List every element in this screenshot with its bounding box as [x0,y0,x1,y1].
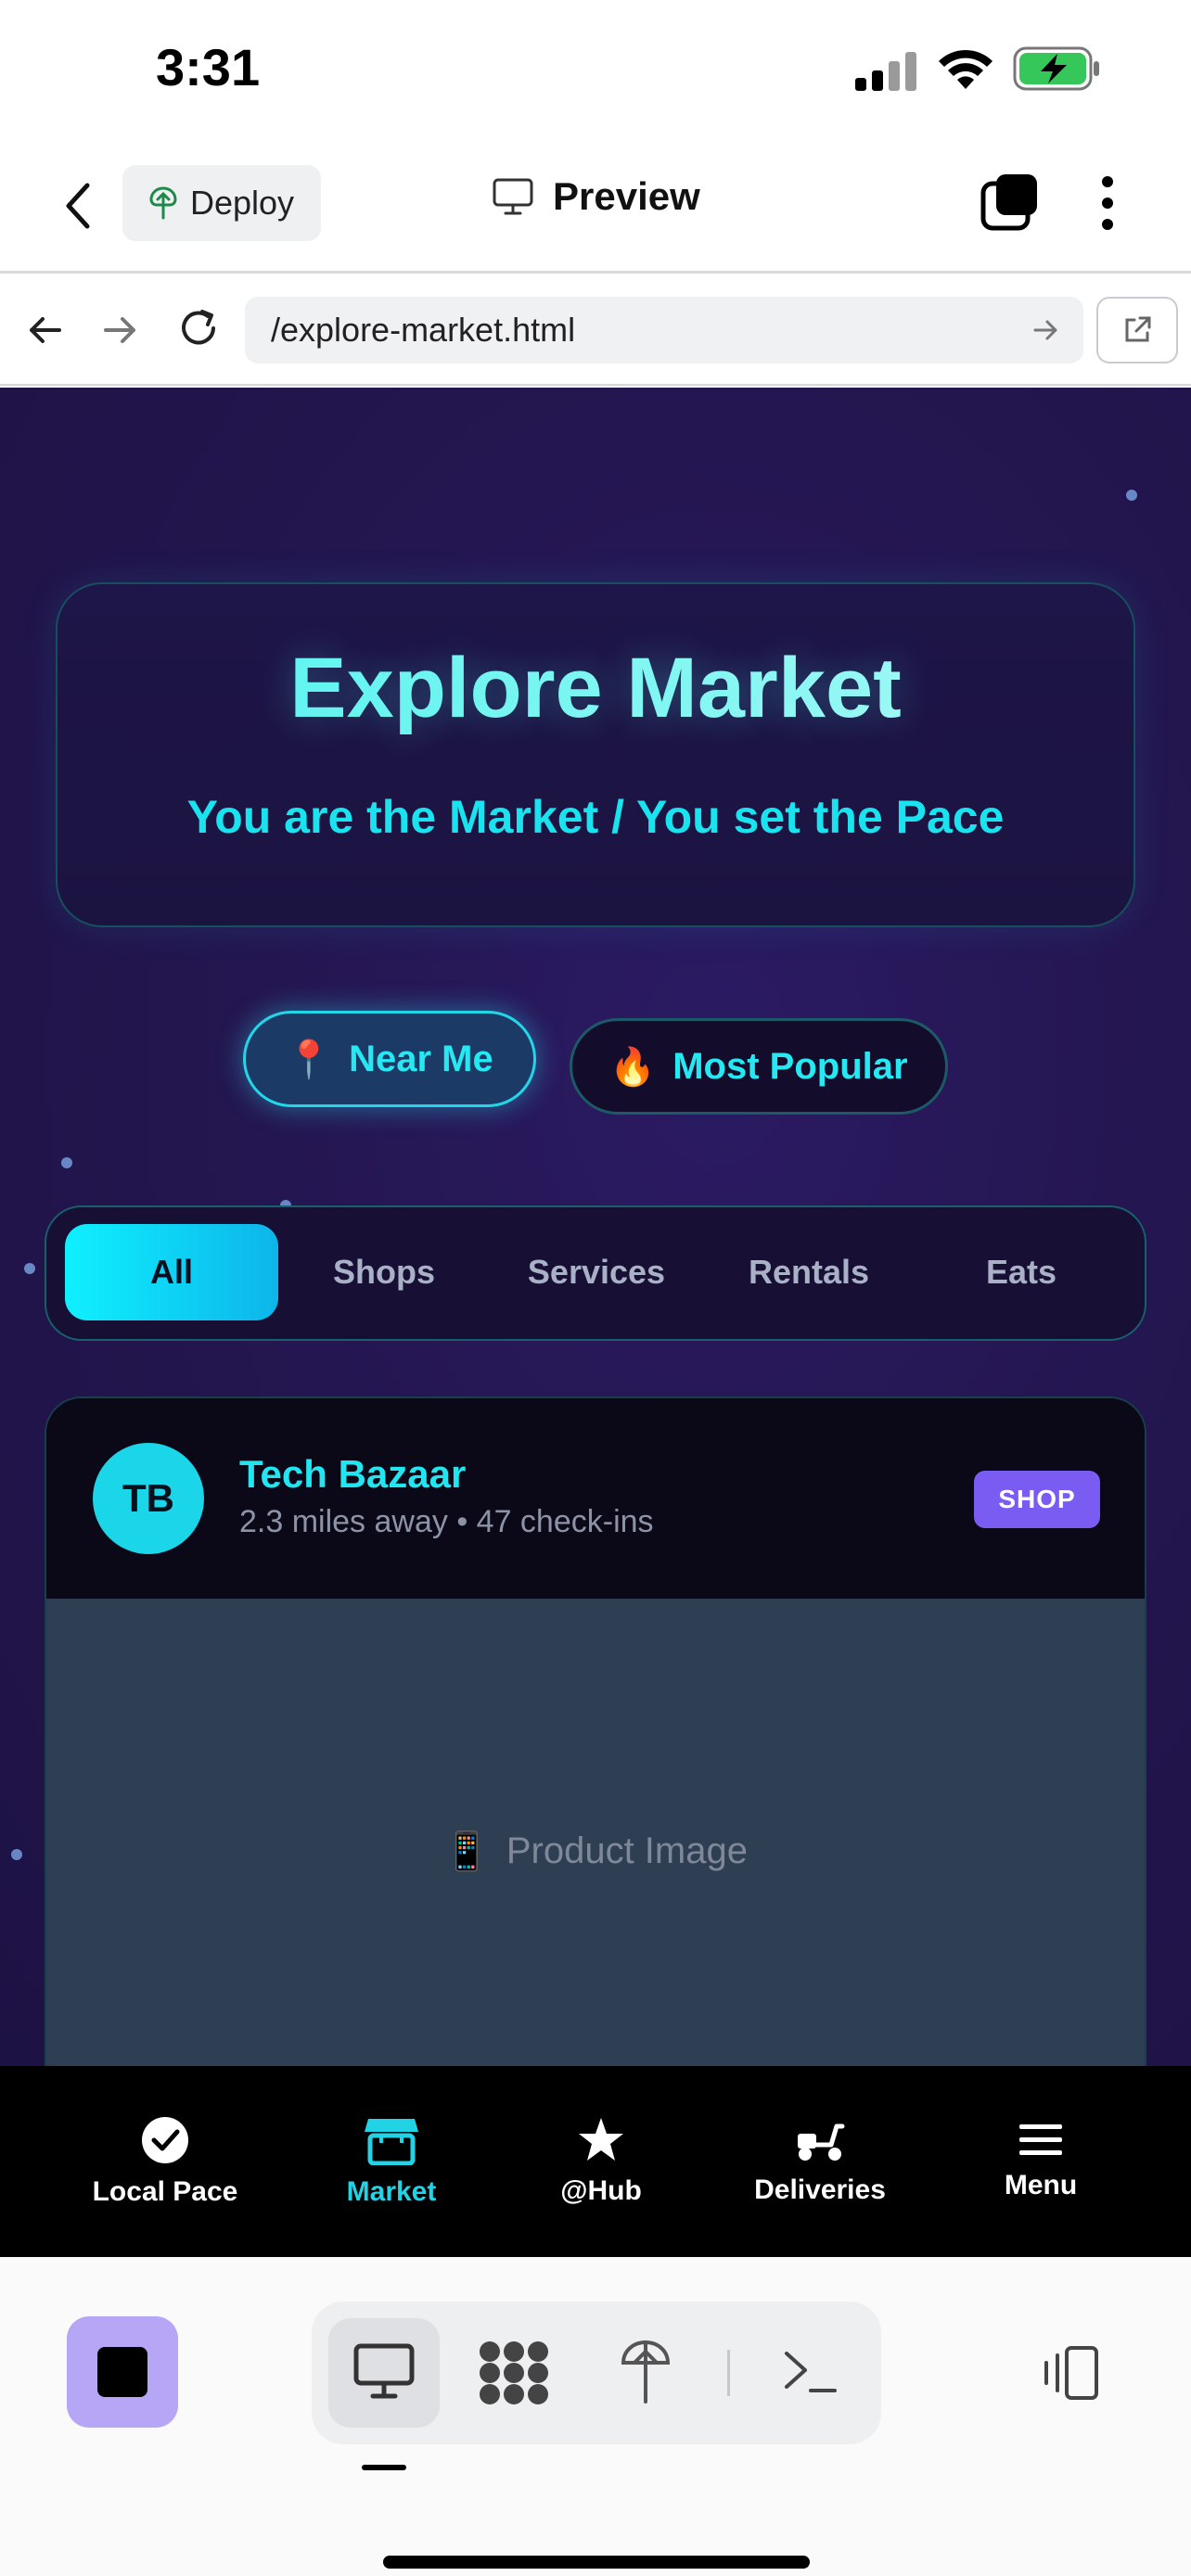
hero-banner: Explore Market You are the Market / You … [56,582,1135,927]
browser-bar: /explore-market.html [0,276,1191,386]
product-image-placeholder[interactable]: 📱 Product Image [46,1599,1145,2066]
nav-menu-label: Menu [1004,2170,1078,2200]
bottom-nav: Local Pace Market @Hub Deliveries Menu [0,2066,1191,2257]
nav-deliveries-label: Deliveries [754,2174,886,2205]
view-switcher [312,2302,881,2444]
avatar: TB [93,1443,204,1554]
selected-indicator [362,2465,406,2470]
tab-shops[interactable]: Shops [277,1224,491,1320]
url-input[interactable]: /explore-market.html [245,297,1083,363]
deploy-label: Deploy [189,184,295,222]
shop-name[interactable]: Tech Bazaar [239,1452,466,1497]
back-chevron-icon[interactable] [61,178,95,234]
desktop-view-icon[interactable] [352,2342,416,2402]
status-time: 3:31 [156,38,261,96]
fire-icon: 🔥 [609,1046,657,1088]
nav-hub[interactable]: @Hub [519,2066,683,2257]
shop-meta: 2.3 miles away • 47 check-ins [239,1504,654,1539]
grid-view-icon[interactable] [479,2340,549,2405]
reload-icon[interactable] [178,308,221,351]
external-link-icon [1125,316,1151,342]
tab-eats[interactable]: Eats [915,1224,1128,1320]
check-circle-icon [142,2117,188,2163]
more-vertical-icon[interactable] [1098,174,1117,232]
tabs-switcher-icon[interactable] [980,172,1039,232]
category-badge: SHOP [974,1471,1100,1528]
deploy-view-icon[interactable] [620,2339,672,2405]
monitor-icon [493,178,533,215]
card-header: TB Tech Bazaar 2.3 miles away • 47 check… [46,1398,1145,1599]
web-content: Explore Market You are the Market / You … [0,388,1191,2066]
deploy-icon [149,186,177,220]
nav-menu[interactable]: Menu [955,2066,1126,2257]
deploy-button[interactable]: Deploy [122,165,321,241]
open-external-button[interactable] [1096,297,1178,363]
tab-rentals[interactable]: Rentals [702,1224,916,1320]
back-arrow-icon[interactable] [26,312,63,349]
app-header: Deploy Preview [0,139,1191,274]
hamburger-icon [1019,2124,1062,2155]
battery-icon [1013,46,1099,91]
home-indicator [383,2556,810,2569]
signal-icon [855,52,916,91]
nav-hub-label: @Hub [560,2175,642,2206]
store-icon [365,2119,418,2165]
page-title: Explore Market [58,640,1133,737]
nav-market[interactable]: Market [306,2066,477,2257]
device-toggle-icon[interactable] [1035,2344,1102,2402]
listing-card[interactable]: TB Tech Bazaar 2.3 miles away • 47 check… [45,1396,1146,2066]
url-text: /explore-market.html [271,311,576,349]
forward-arrow-icon[interactable] [102,312,139,349]
page-subtitle: You are the Market / You set the Pace [186,791,1005,843]
wifi-icon [939,49,992,89]
star-icon [579,2118,623,2161]
product-image-label: Product Image [506,1830,748,1871]
most-popular-button[interactable]: 🔥 Most Popular [570,1018,948,1115]
tab-all[interactable]: All [65,1224,278,1320]
decor-dot [1126,490,1137,501]
decor-dot [24,1263,35,1274]
decor-dot [11,1849,22,1860]
nav-market-label: Market [346,2176,437,2207]
editor-toolbar [0,2257,1191,2576]
divider [727,2350,730,2396]
category-tabs: All Shops Services Rentals Eats [45,1205,1146,1341]
decor-dot [61,1157,72,1168]
nav-local-pace-label: Local Pace [92,2176,238,2207]
nav-local-pace[interactable]: Local Pace [72,2066,258,2257]
pin-icon: 📍 [286,1039,333,1080]
scooter-icon [798,2123,845,2161]
stop-button[interactable] [67,2316,178,2428]
near-me-label: Near Me [349,1038,493,1079]
preview-label: Preview [553,174,700,218]
tab-services[interactable]: Services [490,1224,703,1320]
terminal-icon[interactable] [781,2346,839,2398]
preview-title: Preview [492,174,700,219]
near-me-button[interactable]: 📍 Near Me [243,1011,536,1107]
phone-icon: 📱 [443,1830,490,1872]
most-popular-label: Most Popular [672,1045,908,1087]
status-bar: 3:31 [0,0,1191,139]
go-arrow-icon[interactable] [1033,317,1059,343]
nav-deliveries[interactable]: Deliveries [727,2066,913,2257]
stop-icon [97,2347,147,2397]
